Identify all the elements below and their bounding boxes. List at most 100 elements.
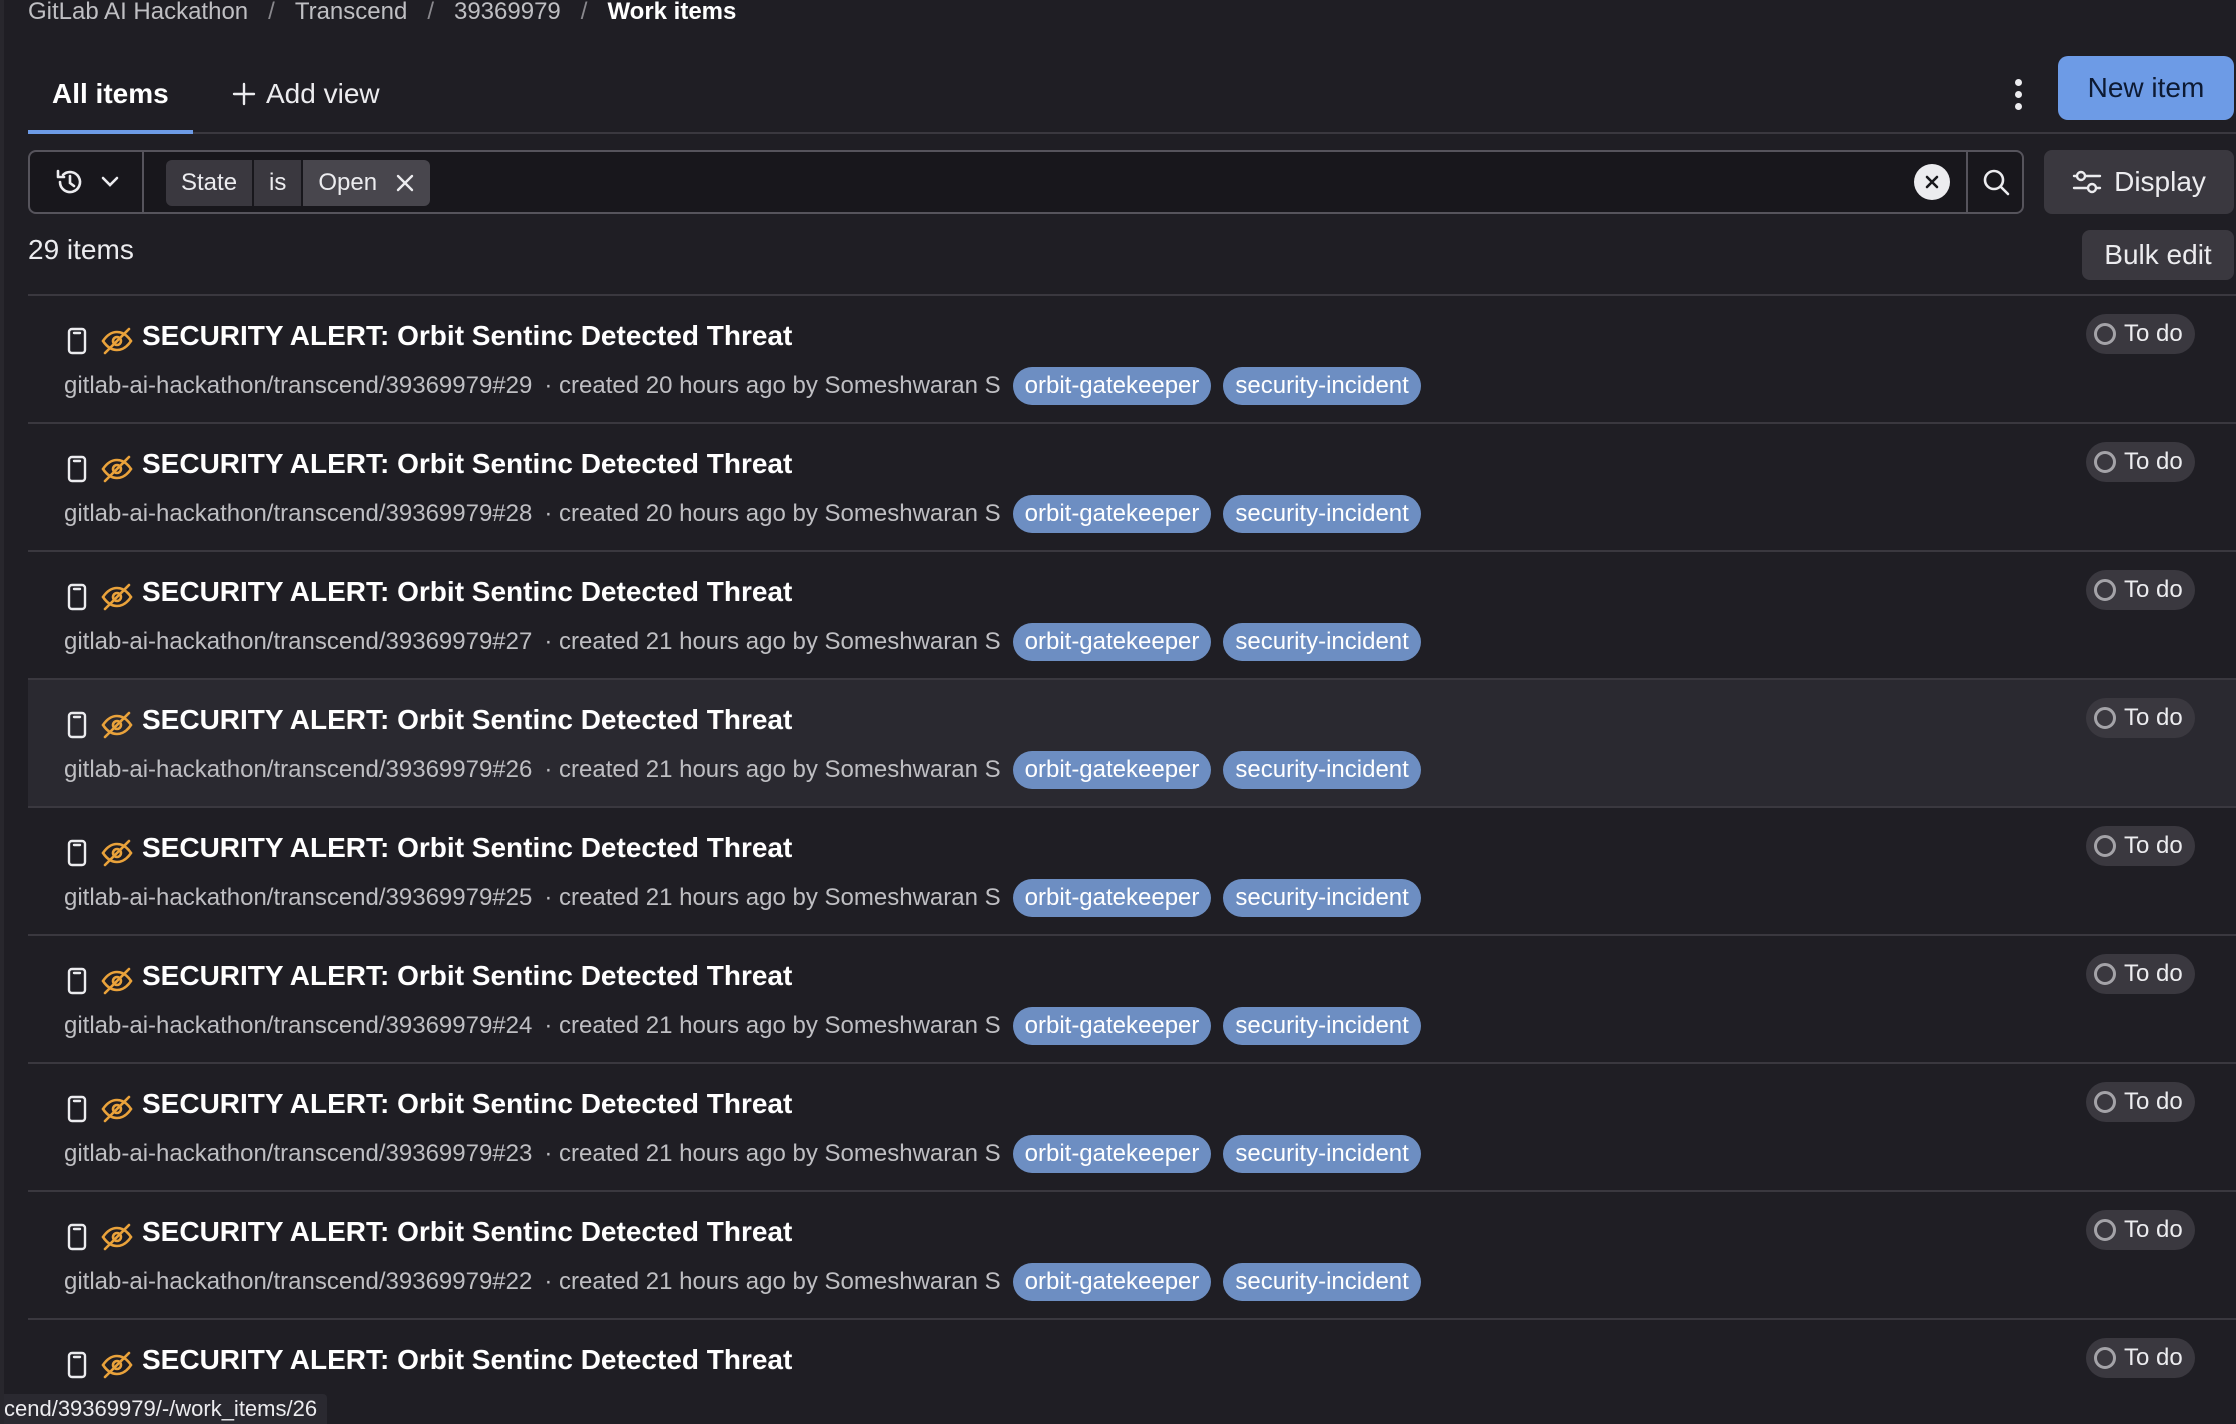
label-badge[interactable]: security-incident: [1223, 1007, 1421, 1045]
work-item-meta: gitlab-ai-hackathon/transcend/39369979#2…: [64, 494, 1421, 534]
eye-slash-icon: [101, 711, 133, 739]
list-item[interactable]: SECURITY ALERT: Orbit Sentinc Detected T…: [28, 296, 2236, 424]
issue-icon: [67, 1351, 87, 1379]
work-item-title[interactable]: SECURITY ALERT: Orbit Sentinc Detected T…: [142, 832, 792, 864]
eye-slash-icon: [101, 455, 133, 483]
filter-token-field[interactable]: State: [166, 160, 253, 206]
work-item-created: · created 21 hours ago by Someshwaran S: [544, 628, 1001, 655]
tab-all-items-label: All items: [52, 78, 169, 109]
label-badge[interactable]: orbit-gatekeeper: [1012, 495, 1212, 533]
work-item-reference[interactable]: gitlab-ai-hackathon/transcend/39369979#2…: [64, 628, 532, 656]
work-item-reference[interactable]: gitlab-ai-hackathon/transcend/39369979#2…: [64, 1268, 532, 1296]
work-item-meta: gitlab-ai-hackathon/transcend/39369979#2…: [64, 1262, 1421, 1302]
work-item-title[interactable]: SECURITY ALERT: Orbit Sentinc Detected T…: [142, 1088, 792, 1120]
filter-token-value-wrap[interactable]: Open: [303, 160, 431, 206]
list-item[interactable]: SECURITY ALERT: Orbit Sentinc Detected T…: [28, 1320, 2236, 1398]
label-badge[interactable]: orbit-gatekeeper: [1012, 1007, 1212, 1045]
work-item-created: · created 21 hours ago by Someshwaran S: [544, 756, 1001, 783]
label-badge[interactable]: security-incident: [1223, 367, 1421, 405]
work-item-title[interactable]: SECURITY ALERT: Orbit Sentinc Detected T…: [142, 960, 792, 992]
issue-icon: [67, 327, 87, 355]
status-badge: To do: [2086, 826, 2195, 866]
new-item-button[interactable]: New item: [2058, 56, 2234, 120]
list-item[interactable]: SECURITY ALERT: Orbit Sentinc Detected T…: [28, 424, 2236, 552]
work-item-created: · created 21 hours ago by Someshwaran S: [544, 1268, 1001, 1295]
work-item-title[interactable]: SECURITY ALERT: Orbit Sentinc Detected T…: [142, 320, 792, 352]
eye-slash-icon: [101, 967, 133, 995]
label-badge[interactable]: orbit-gatekeeper: [1012, 879, 1212, 917]
label-badge[interactable]: orbit-gatekeeper: [1012, 367, 1212, 405]
list-item[interactable]: SECURITY ALERT: Orbit Sentinc Detected T…: [28, 936, 2236, 1064]
tab-all-items[interactable]: All items: [28, 56, 193, 134]
status-circle-icon: [2094, 451, 2116, 473]
work-items-list: SECURITY ALERT: Orbit Sentinc Detected T…: [28, 294, 2236, 1398]
label-badge[interactable]: security-incident: [1223, 879, 1421, 917]
status-label: To do: [2124, 1344, 2183, 1371]
breadcrumb-project[interactable]: Transcend: [295, 0, 408, 26]
list-item[interactable]: SECURITY ALERT: Orbit Sentinc Detected T…: [28, 1192, 2236, 1320]
list-item[interactable]: SECURITY ALERT: Orbit Sentinc Detected T…: [28, 552, 2236, 680]
label-badge[interactable]: orbit-gatekeeper: [1012, 751, 1212, 789]
list-item[interactable]: SECURITY ALERT: Orbit Sentinc Detected T…: [28, 1064, 2236, 1192]
filter-token-state[interactable]: State is Open: [166, 160, 431, 206]
list-item[interactable]: SECURITY ALERT: Orbit Sentinc Detected T…: [28, 808, 2236, 936]
breadcrumb-separator: /: [580, 0, 588, 25]
breadcrumb-separator: /: [427, 0, 434, 25]
display-options-button[interactable]: Display: [2044, 150, 2234, 214]
breadcrumb-group[interactable]: GitLab AI Hackathon: [28, 0, 248, 26]
search-button[interactable]: [1966, 152, 2024, 212]
work-item-title[interactable]: SECURITY ALERT: Orbit Sentinc Detected T…: [142, 1216, 792, 1248]
eye-slash-icon: [101, 327, 133, 355]
work-item-title[interactable]: SECURITY ALERT: Orbit Sentinc Detected T…: [142, 576, 792, 608]
label-badge[interactable]: orbit-gatekeeper: [1012, 1135, 1212, 1173]
work-item-created: · created 20 hours ago by Someshwaran S: [544, 372, 1001, 399]
work-item-reference[interactable]: gitlab-ai-hackathon/transcend/39369979#2…: [64, 500, 532, 528]
work-item-reference[interactable]: gitlab-ai-hackathon/transcend/39369979#2…: [64, 884, 532, 912]
label-badge[interactable]: security-incident: [1223, 1135, 1421, 1173]
status-circle-icon: [2094, 579, 2116, 601]
filter-token-operator[interactable]: is: [254, 160, 302, 206]
filtered-search-bar[interactable]: State is Open: [28, 150, 2024, 214]
status-badge: To do: [2086, 1082, 2195, 1122]
work-item-title[interactable]: SECURITY ALERT: Orbit Sentinc Detected T…: [142, 448, 792, 480]
add-view-button[interactable]: Add view: [232, 56, 380, 132]
work-items-page: GitLab AI Hackathon / Transcend / 393699…: [4, 0, 2236, 1424]
eye-slash-icon: [101, 839, 133, 867]
work-item-created: · created 20 hours ago by Someshwaran S: [544, 500, 1001, 527]
label-badge[interactable]: security-incident: [1223, 1263, 1421, 1301]
history-icon: [56, 169, 82, 194]
work-item-meta: gitlab-ai-hackathon/transcend/39369979#2…: [64, 1134, 1421, 1174]
clear-icon[interactable]: [1914, 164, 1950, 200]
issue-icon: [67, 583, 87, 611]
eye-slash-icon: [101, 583, 133, 611]
work-item-title[interactable]: SECURITY ALERT: Orbit Sentinc Detected T…: [142, 1344, 792, 1376]
work-item-reference[interactable]: gitlab-ai-hackathon/transcend/39369979#2…: [64, 1140, 532, 1168]
status-circle-icon: [2094, 323, 2116, 345]
list-item[interactable]: SECURITY ALERT: Orbit Sentinc Detected T…: [28, 680, 2236, 808]
work-item-reference[interactable]: gitlab-ai-hackathon/transcend/39369979#2…: [64, 372, 532, 400]
status-label: To do: [2124, 576, 2183, 603]
label-badge[interactable]: security-incident: [1223, 623, 1421, 661]
breadcrumb-subgroup[interactable]: 39369979: [454, 0, 561, 26]
work-item-reference[interactable]: gitlab-ai-hackathon/transcend/39369979#2…: [64, 1012, 532, 1040]
status-circle-icon: [2094, 963, 2116, 985]
chevron-down-icon: [101, 176, 119, 187]
remove-token-icon[interactable]: [395, 173, 415, 193]
label-badge[interactable]: orbit-gatekeeper: [1012, 1263, 1212, 1301]
issue-icon: [67, 455, 87, 483]
work-item-reference[interactable]: gitlab-ai-hackathon/transcend/39369979#2…: [64, 756, 532, 784]
recent-searches-dropdown[interactable]: [30, 152, 144, 212]
label-badge[interactable]: security-incident: [1223, 495, 1421, 533]
work-item-title[interactable]: SECURITY ALERT: Orbit Sentinc Detected T…: [142, 704, 792, 736]
issue-icon: [67, 711, 87, 739]
status-label: To do: [2124, 320, 2183, 347]
status-circle-icon: [2094, 835, 2116, 857]
bulk-edit-button[interactable]: Bulk edit: [2082, 230, 2234, 280]
label-badge[interactable]: orbit-gatekeeper: [1012, 623, 1212, 661]
work-item-meta: gitlab-ai-hackathon/transcend/39369979#2…: [64, 750, 1421, 790]
more-actions-kebab-icon[interactable]: [1998, 70, 2038, 118]
label-badge[interactable]: security-incident: [1223, 751, 1421, 789]
status-label: To do: [2124, 1088, 2183, 1115]
status-label: To do: [2124, 1216, 2183, 1243]
breadcrumb-current[interactable]: Work items: [607, 0, 736, 26]
